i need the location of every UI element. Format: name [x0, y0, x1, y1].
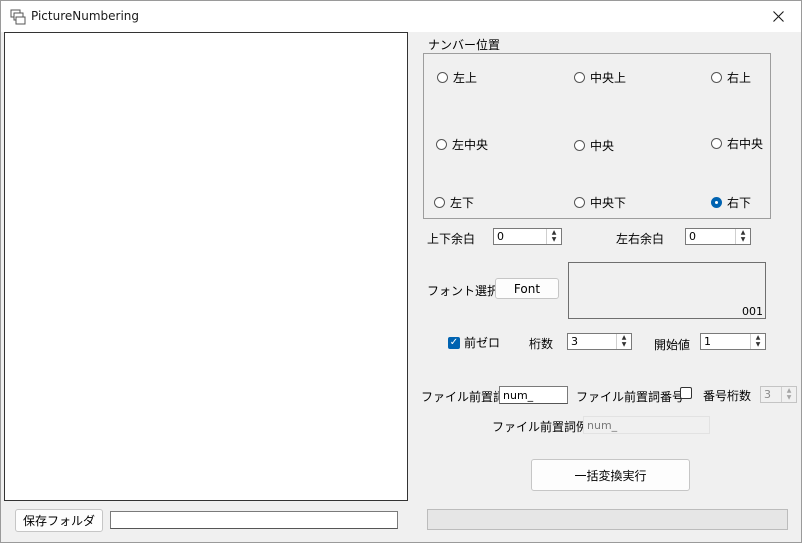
checkmark-icon: ✓ — [448, 336, 460, 349]
stepper-arrows[interactable]: ▲ ▼ — [616, 334, 631, 349]
radio-label: 中央 — [590, 139, 615, 153]
radio-label: 左下 — [450, 196, 475, 210]
arrow-down-icon: ▼ — [786, 394, 792, 402]
prefix-input[interactable]: num_ — [499, 386, 568, 404]
radio-bottom-right[interactable]: 右下 — [711, 194, 751, 211]
radio-label: 右上 — [727, 71, 752, 85]
radio-middle-left[interactable]: 左中央 — [436, 136, 488, 153]
radio-label: 左上 — [453, 71, 478, 85]
vertical-margin-value: 0 — [497, 230, 504, 243]
position-group-label: ナンバー位置 — [428, 38, 501, 52]
arrow-down-icon[interactable]: ▼ — [617, 342, 631, 350]
start-value: 1 — [704, 335, 711, 348]
radio-label: 左中央 — [452, 138, 489, 152]
stepper-arrows[interactable]: ▲ ▼ — [750, 334, 765, 349]
number-digits-label: 番号桁数 — [703, 389, 752, 403]
image-preview-panel[interactable] — [4, 32, 408, 501]
prefix-example-field: num_ — [583, 416, 710, 434]
radio-label: 中央上 — [590, 71, 627, 85]
app-window: PictureNumbering ナンバー位置 左上 中央上 右上 左中央 中央… — [0, 0, 802, 543]
horizontal-margin-value: 0 — [689, 230, 696, 243]
checkbox-box — [680, 387, 692, 399]
title-bar: PictureNumbering — [1, 1, 801, 32]
font-select-label: フォント選択 — [427, 284, 500, 298]
progress-bar — [427, 509, 788, 530]
radio-middle-center[interactable]: 中央 — [574, 137, 614, 154]
radio-dot — [574, 140, 585, 151]
radio-top-center[interactable]: 中央上 — [574, 69, 626, 86]
radio-middle-right[interactable]: 右中央 — [711, 135, 763, 152]
radio-dot — [436, 139, 447, 150]
radio-dot-selected — [711, 197, 722, 208]
stepper-arrows[interactable]: ▲ ▼ — [735, 229, 750, 244]
number-digits-value: 3 — [764, 388, 771, 401]
close-button[interactable] — [755, 1, 801, 32]
start-value-label: 開始値 — [654, 338, 691, 352]
radio-dot — [711, 72, 722, 83]
radio-bottom-left[interactable]: 左下 — [434, 194, 474, 211]
font-preview-sample: 001 — [742, 305, 763, 318]
radio-label: 右中央 — [727, 137, 764, 151]
arrow-down-icon[interactable]: ▼ — [736, 237, 750, 245]
zero-pad-label: 前ゼロ — [464, 336, 501, 350]
horizontal-margin-label: 左右余白 — [616, 232, 665, 246]
radio-dot — [574, 197, 585, 208]
prefix-number-checkbox[interactable] — [680, 387, 692, 399]
vertical-margin-label: 上下余白 — [427, 232, 476, 246]
radio-dot — [437, 72, 448, 83]
font-button[interactable]: Font — [495, 278, 559, 299]
window-title: PictureNumbering — [31, 9, 140, 23]
digits-label: 桁数 — [529, 337, 554, 351]
arrow-down-icon[interactable]: ▼ — [751, 342, 765, 350]
digits-stepper[interactable]: 3 ▲ ▼ — [567, 333, 632, 350]
app-icon — [10, 9, 26, 25]
font-preview-box: 001 — [568, 262, 766, 319]
stepper-arrows: ▲ ▼ — [781, 387, 796, 402]
start-value-stepper[interactable]: 1 ▲ ▼ — [700, 333, 766, 350]
close-icon — [772, 11, 784, 22]
radio-top-right[interactable]: 右上 — [711, 69, 751, 86]
prefix-number-label: ファイル前置詞番号 — [576, 390, 685, 404]
stepper-arrows[interactable]: ▲ ▼ — [546, 229, 561, 244]
digits-value: 3 — [571, 335, 578, 348]
prefix-label: ファイル前置詞 — [421, 390, 506, 404]
execute-button[interactable]: 一括変換実行 — [531, 459, 690, 491]
radio-dot — [574, 72, 585, 83]
radio-label: 中央下 — [590, 196, 627, 210]
horizontal-margin-stepper[interactable]: 0 ▲ ▼ — [685, 228, 751, 245]
radio-dot — [711, 138, 722, 149]
radio-top-left[interactable]: 左上 — [437, 69, 477, 86]
arrow-down-icon[interactable]: ▼ — [547, 237, 561, 245]
number-digits-stepper: 3 ▲ ▼ — [760, 386, 797, 403]
vertical-margin-stepper[interactable]: 0 ▲ ▼ — [493, 228, 562, 245]
zero-pad-checkbox[interactable]: ✓ 前ゼロ — [448, 334, 500, 351]
save-folder-path-input[interactable] — [110, 511, 398, 529]
prefix-example-label: ファイル前置詞例 — [492, 420, 589, 434]
radio-label: 右下 — [727, 196, 752, 210]
radio-dot — [434, 197, 445, 208]
save-folder-button[interactable]: 保存フォルダ — [15, 509, 103, 532]
radio-bottom-center[interactable]: 中央下 — [574, 194, 626, 211]
